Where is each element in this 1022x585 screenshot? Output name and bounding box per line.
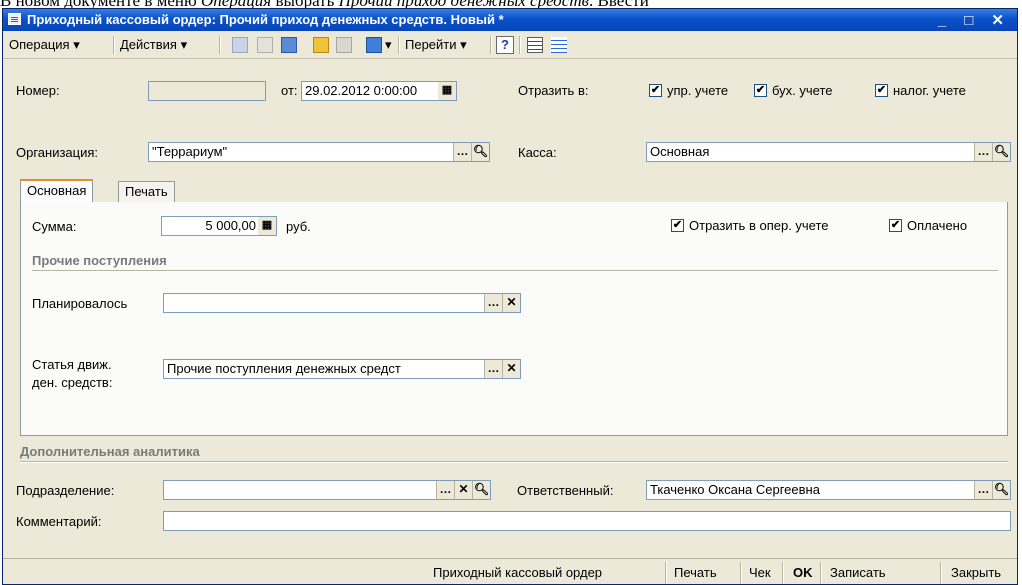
date-from-label: от: (281, 83, 298, 98)
reflect-mgmt-checkbox[interactable]: ✔ (649, 84, 662, 97)
responsible-label: Ответственный: (517, 483, 614, 498)
ok-button[interactable]: OK (793, 565, 813, 580)
reflect-oper-label: Отразить в опер. учете (689, 218, 829, 233)
document-icon (8, 13, 21, 25)
clear-x-icon[interactable]: ✕ (502, 360, 520, 378)
section-divider (20, 461, 1008, 463)
cash-label: Касса: (518, 145, 557, 160)
reflect-acc-checkbox[interactable]: ✔ (754, 84, 767, 97)
department-label: Подразделение: (16, 483, 115, 498)
responsible-value: Ткаченко Оксана Сергеевна (650, 482, 820, 497)
calendar-icon[interactable]: ▦ (438, 82, 456, 100)
select-ellipsis-button[interactable]: … (484, 360, 502, 378)
title-bar[interactable]: Приходный кассовый ордер: Прочий приход … (3, 9, 1017, 31)
section-additional-analytics: Дополнительная аналитика (20, 444, 200, 459)
open-search-icon[interactable]: 🔍︎ (992, 481, 1010, 499)
close-button[interactable]: Закрыть (951, 565, 1001, 580)
organization-field[interactable]: "Террариум" … 🔍︎ (148, 142, 490, 162)
toolbar-separator (519, 36, 521, 54)
structure-icon[interactable] (527, 37, 543, 53)
calculator-icon[interactable]: ▦ (258, 217, 276, 235)
sum-value: 5 000,00 (205, 218, 256, 233)
receipt-order-button[interactable]: Приходный кассовый ордер (433, 565, 602, 580)
open-search-icon[interactable]: 🔍︎ (992, 143, 1010, 161)
reflect-tax-label: налог. учете (893, 83, 966, 98)
select-ellipsis-button[interactable]: … (436, 481, 454, 499)
goto-menu[interactable]: Перейти ▾ (405, 36, 467, 54)
select-ellipsis-button[interactable]: … (974, 481, 992, 499)
paid-checkbox[interactable]: ✔ (889, 219, 902, 232)
save-button[interactable]: Записать (830, 565, 886, 580)
cash-receipt-window: Приходный кассовый ордер: Прочий приход … (2, 8, 1018, 585)
section-other-receipts: Прочие поступления (32, 253, 167, 268)
organization-label: Организация: (16, 145, 99, 160)
article-value: Прочие поступления денежных средст (167, 361, 401, 376)
clear-x-icon[interactable]: ✕ (502, 294, 520, 312)
select-ellipsis-button[interactable]: … (484, 294, 502, 312)
date-value: 29.02.2012 0:00:00 (305, 83, 418, 98)
copy-icon[interactable] (257, 37, 273, 53)
reflect-acc-label: бух. учете (772, 83, 833, 98)
comment-field[interactable] (163, 511, 1011, 531)
sum-label: Сумма: (32, 219, 77, 234)
number-field[interactable] (148, 81, 266, 101)
tab-main[interactable]: Основная (20, 179, 94, 202)
toolbar-separator (113, 36, 115, 54)
actions-menu[interactable]: Действия ▾ (120, 36, 187, 54)
post-document-icon[interactable] (313, 37, 329, 53)
toolbar-separator (219, 36, 221, 54)
organization-value: "Террариум" (152, 144, 228, 159)
toolbar-separator (490, 36, 492, 54)
window-title: Приходный кассовый ордер: Прочий приход … (27, 12, 504, 27)
planned-field[interactable]: … ✕ (163, 293, 521, 313)
reflect-label: Отразить в: (518, 83, 589, 98)
planned-label: Планировалось (32, 296, 128, 311)
article-label-line1: Статья движ. (32, 357, 112, 372)
responsible-field[interactable]: Ткаченко Оксана Сергеевна … 🔍︎ (646, 480, 1011, 500)
footer-separator (665, 562, 667, 584)
select-ellipsis-button[interactable]: … (974, 143, 992, 161)
sum-field[interactable]: 5 000,00 ▦ (161, 216, 277, 236)
open-search-icon[interactable]: 🔍︎ (471, 143, 489, 161)
window-controls[interactable]: _ □ ✕ (938, 11, 1011, 29)
document-caption: В новом документе в меню Операция выбрат… (0, 0, 1022, 8)
reflect-mgmt-label: упр. учете (667, 83, 729, 98)
tab-print[interactable]: Печать (118, 181, 175, 202)
list-settings-icon[interactable] (551, 37, 567, 53)
department-field[interactable]: … ✕ 🔍︎ (163, 480, 491, 500)
operation-menu[interactable]: Операция ▾ (9, 36, 80, 54)
clear-x-icon[interactable]: ✕ (454, 481, 472, 499)
create-based-dropdown[interactable]: ▾ (385, 36, 392, 54)
date-field[interactable]: 29.02.2012 0:00:00 ▦ (301, 81, 457, 101)
toolbar: Операция ▾ Действия ▾ ▾ Перейти ▾ ? (3, 32, 1017, 59)
reflect-oper-checkbox[interactable]: ✔ (671, 219, 684, 232)
select-ellipsis-button[interactable]: … (453, 143, 471, 161)
open-search-icon[interactable]: 🔍︎ (472, 481, 490, 499)
cash-value: Основная (650, 144, 710, 159)
article-field[interactable]: Прочие поступления денежных средст … ✕ (163, 359, 521, 379)
reflect-tax-checkbox[interactable]: ✔ (875, 84, 888, 97)
create-based-on-icon[interactable] (366, 37, 382, 53)
footer-bar: Приходный кассовый ордер Печать Чек OK З… (3, 558, 1017, 584)
number-label: Номер: (16, 83, 60, 98)
print-button[interactable]: Печать (674, 565, 717, 580)
article-label-line2: ден. средств: (32, 375, 113, 390)
refresh-icon[interactable] (281, 37, 297, 53)
footer-separator (940, 562, 942, 584)
section-divider (32, 270, 998, 272)
footer-separator (820, 562, 822, 584)
paid-label: Оплачено (907, 218, 968, 233)
footer-separator (740, 562, 742, 584)
currency-label: руб. (286, 219, 311, 234)
unpost-document-icon[interactable] (336, 37, 352, 53)
back-arrow-icon[interactable] (232, 37, 248, 53)
help-icon[interactable]: ? (496, 36, 514, 54)
cash-field[interactable]: Основная … 🔍︎ (646, 142, 1011, 162)
main-tab-panel (20, 202, 1008, 436)
check-button[interactable]: Чек (749, 565, 771, 580)
toolbar-separator (398, 36, 400, 54)
footer-separator (782, 562, 784, 584)
comment-label: Комментарий: (16, 514, 102, 529)
